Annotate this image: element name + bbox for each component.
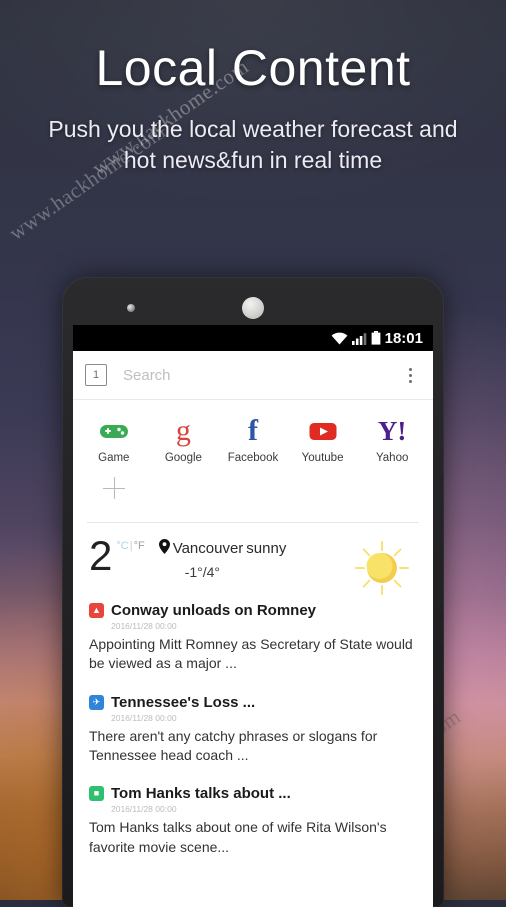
promo-header: Local Content Push you the local weather… [0, 40, 506, 176]
shortcut-yahoo[interactable]: Y! Yahoo [357, 412, 427, 468]
shortcut-label: Google [164, 452, 202, 464]
news-title: Tennessee's Loss ... [111, 693, 256, 711]
add-shortcut-button[interactable] [79, 468, 149, 508]
weather-range: -1°/4° [184, 564, 221, 580]
weather-condition: sunny [246, 540, 287, 557]
news-date: 2016/11/28 00:00 [111, 804, 177, 815]
cellular-signal-icon [351, 332, 367, 345]
news-item[interactable]: ■ Tom Hanks talks about ... 2016/11/28 0… [73, 777, 433, 869]
overflow-menu-icon[interactable] [399, 367, 421, 383]
news-title: Conway unloads on Romney [111, 602, 317, 619]
news-source-blue-icon: ✈ [89, 694, 104, 710]
shortcut-youtube[interactable]: Youtube [288, 412, 358, 468]
shortcut-game[interactable]: Game [79, 412, 149, 468]
news-item[interactable]: ✈ Tennessee's Loss ... 2016/11/28 00:00 … [73, 686, 433, 778]
status-bar: 18:01 [73, 325, 433, 351]
youtube-icon [309, 416, 337, 446]
location-pin-icon [158, 539, 170, 558]
plus-icon [103, 477, 125, 499]
news-list: ▲ Conway unloads on Romney 2016/11/28 00… [73, 590, 433, 869]
shortcut-label: Game [98, 452, 130, 464]
sun-icon [353, 539, 411, 597]
unit-separator: | [129, 540, 133, 552]
unit-fahrenheit[interactable]: °F [134, 540, 145, 552]
search-input[interactable] [121, 365, 399, 385]
page-title: Local Content [95, 40, 411, 96]
phone-mockup: 18:01 1 Search Game g Google f Facebook … [62, 277, 444, 907]
wifi-icon [331, 332, 348, 345]
page-subtitle: Push you the local weather forecast and … [48, 115, 458, 173]
google-icon: g [175, 414, 191, 448]
shortcut-facebook[interactable]: f Facebook [218, 412, 288, 468]
earpiece-sensor-icon [242, 297, 264, 319]
shortcut-label: Yahoo [375, 452, 409, 464]
shortcuts-row-add [79, 468, 427, 508]
weather-location: Vancouver [172, 540, 244, 557]
news-header: ■ Tom Hanks talks about ... [89, 785, 417, 802]
battery-full-icon [371, 331, 381, 345]
status-bar-clock: 18:01 [384, 329, 423, 347]
shortcuts-row: Game g Google f Facebook Youtube Y! Yaho… [79, 412, 427, 468]
news-source-red-icon: ▲ [89, 603, 104, 618]
news-summary: Appointing Mitt Romney as Secretary of S… [89, 636, 413, 672]
tab-count-button[interactable]: 1 [85, 364, 107, 386]
news-date: 2016/11/28 00:00 [111, 712, 177, 723]
facebook-icon: f [247, 414, 258, 448]
news-source-green-icon: ■ [89, 786, 104, 802]
front-camera-icon [127, 304, 135, 312]
shortcut-label: Youtube [301, 452, 344, 464]
shortcuts-grid: Game g Google f Facebook Youtube Y! Yaho… [73, 400, 433, 512]
weather-location-row: Vancouver sunny [158, 539, 287, 558]
weather-widget[interactable]: 2 °C|°F Vancouver sunny -1°/4° [73, 523, 433, 595]
news-header: ▲ Conway unloads on Romney [89, 602, 417, 619]
news-date: 2016/11/28 00:00 [111, 621, 177, 631]
yahoo-icon: Y! [377, 415, 407, 446]
temperature-unit-toggle[interactable]: °C|°F [116, 540, 144, 552]
news-summary: There aren't any catchy phrases or sloga… [89, 727, 378, 763]
browser-toolbar: 1 [73, 351, 433, 400]
gamepad-icon [99, 416, 129, 446]
unit-celsius[interactable]: °C [116, 540, 128, 552]
phone-screen: 18:01 1 Search Game g Google f Facebook … [73, 325, 433, 907]
weather-info: Vancouver sunny -1°/4° [158, 539, 287, 580]
shortcut-google[interactable]: g Google [149, 412, 219, 468]
news-item[interactable]: ▲ Conway unloads on Romney 2016/11/28 00… [73, 594, 433, 686]
news-header: ✈ Tennessee's Loss ... [89, 694, 417, 711]
shortcut-label: Facebook [227, 452, 279, 464]
weather-temperature: 2 [89, 532, 113, 579]
news-summary: Tom Hanks talks about one of wife Rita W… [89, 819, 387, 855]
news-title: Tom Hanks talks about ... [111, 785, 291, 803]
